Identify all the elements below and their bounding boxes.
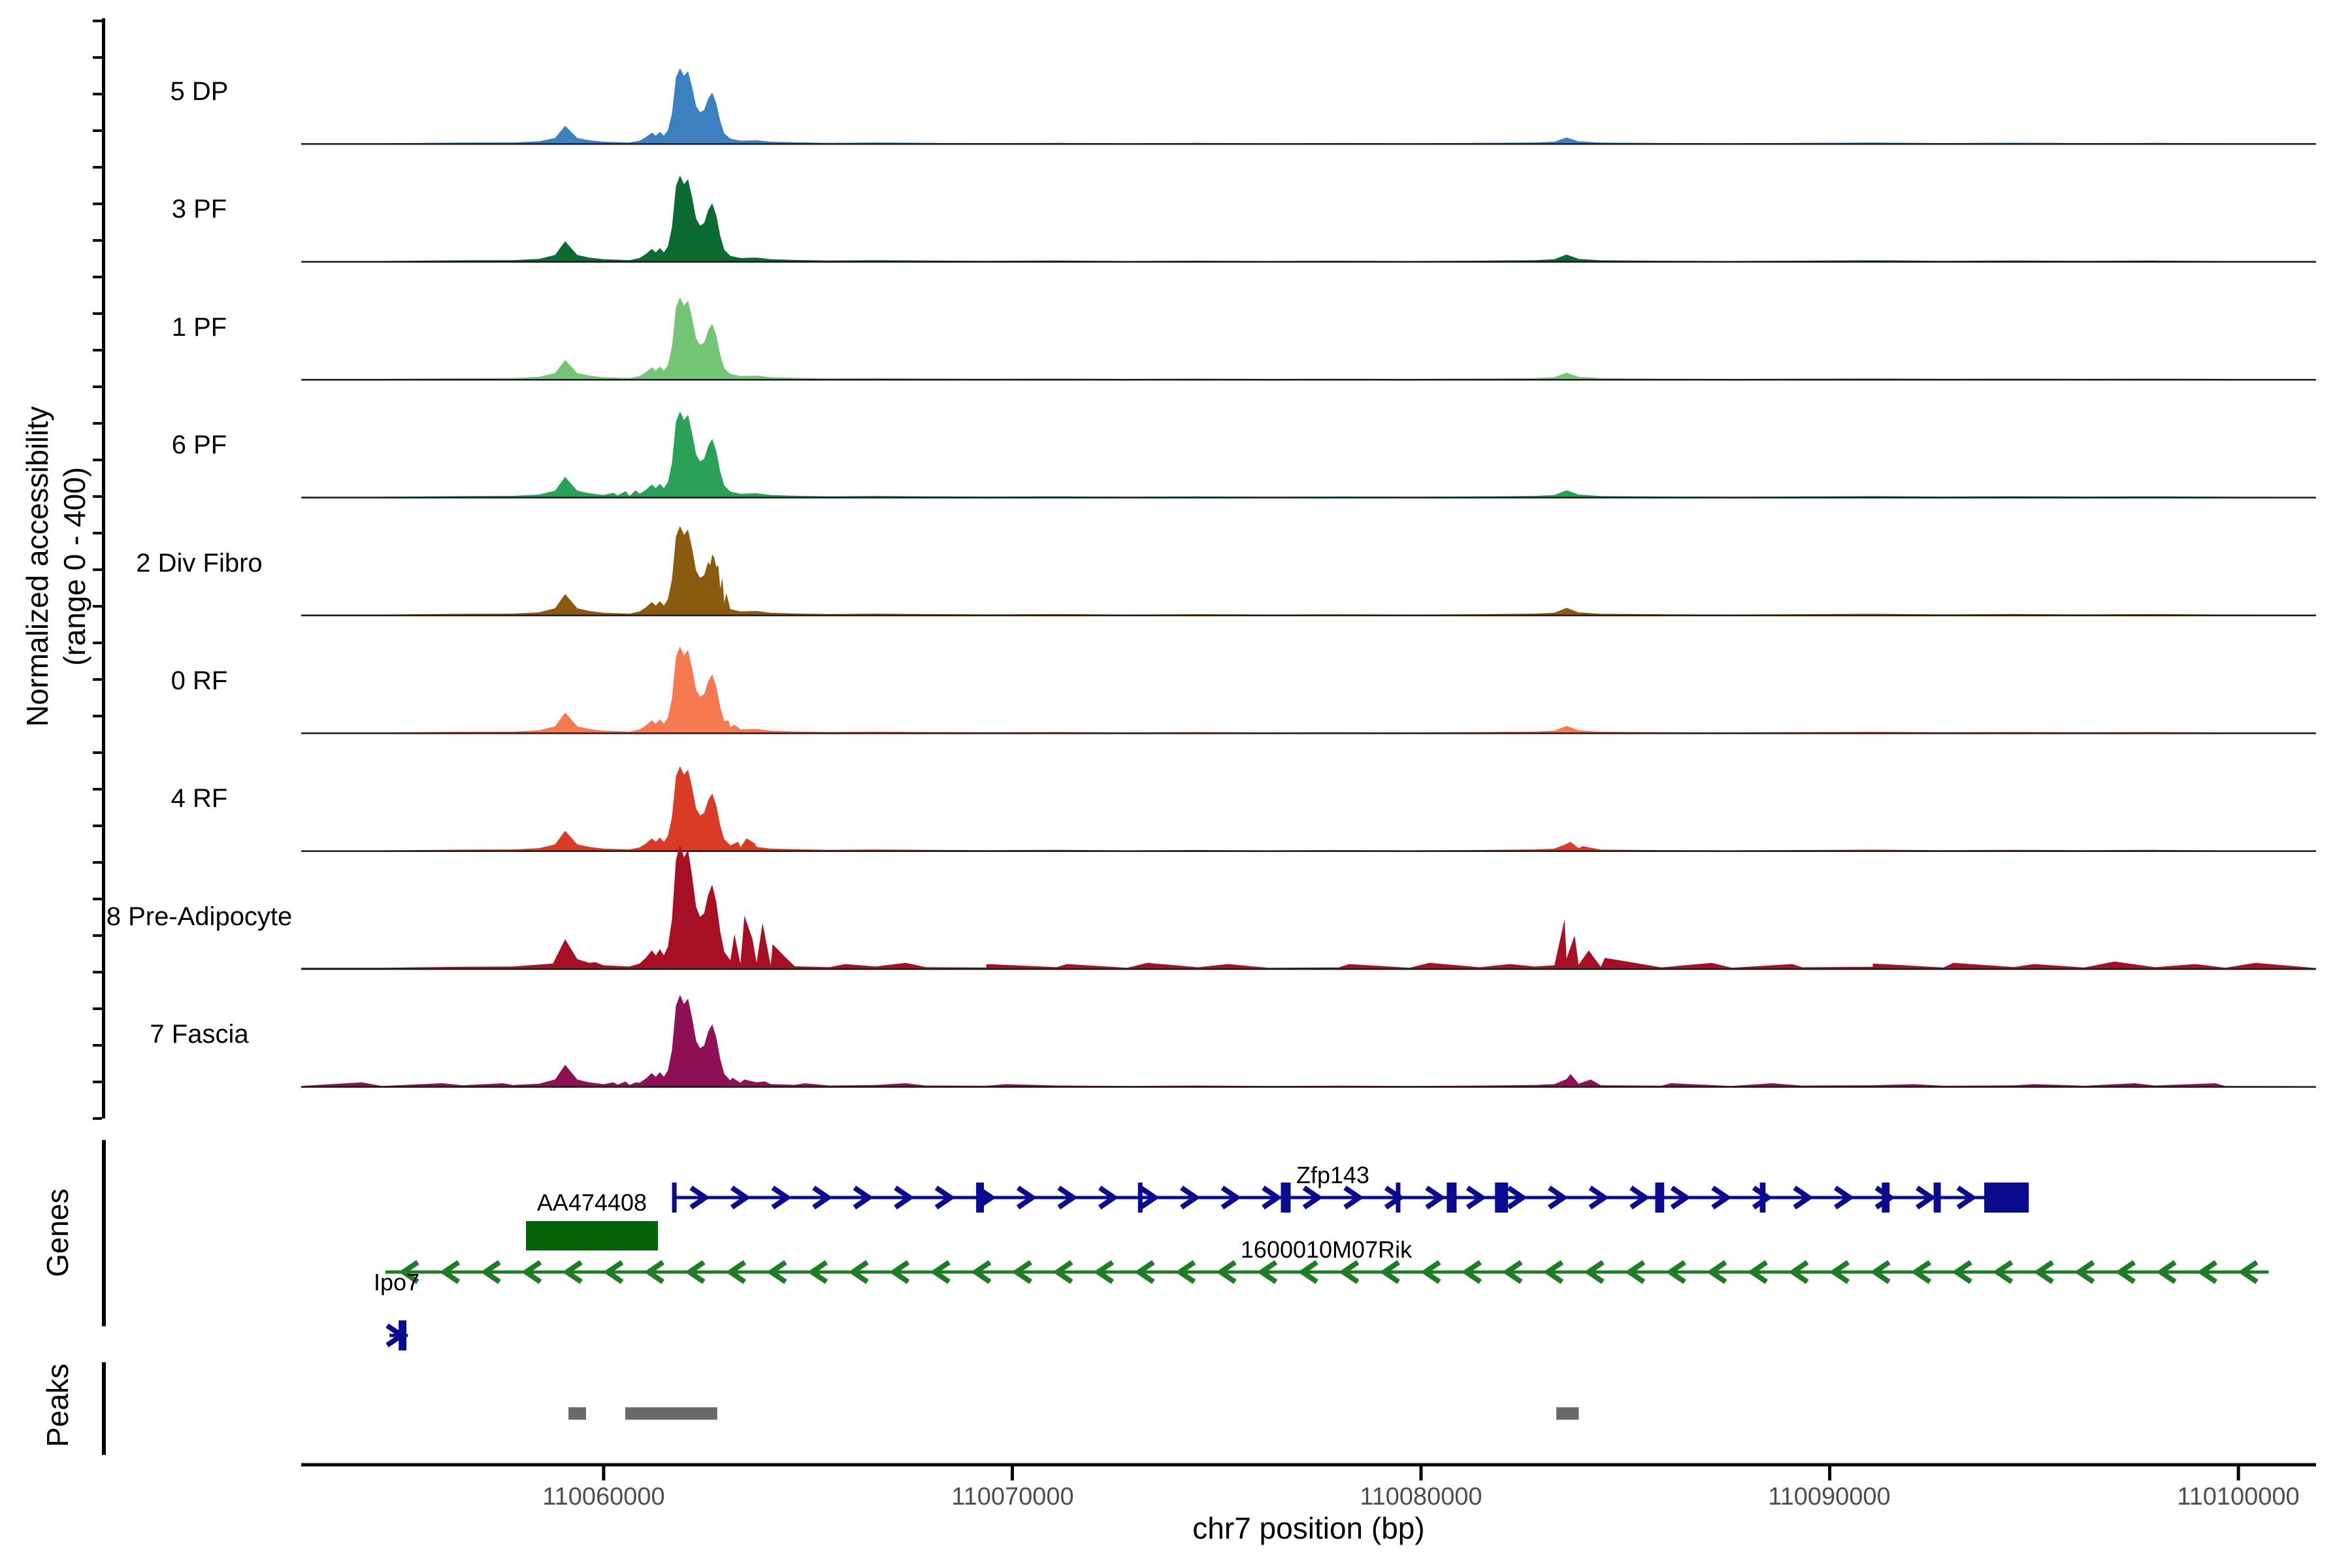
genome-browser-canvas <box>0 0 2352 1568</box>
signal-area-7-fascia <box>301 995 2316 1087</box>
signal-area-0-rf <box>301 646 2316 733</box>
x-tick-110080000: 110080000 <box>1360 1483 1482 1511</box>
gene-zfp143-exon <box>1396 1183 1400 1213</box>
gene-zfp143-exon <box>1934 1183 1941 1213</box>
signal-area-1-pf <box>301 297 2316 380</box>
genome-browser-figure: Normalized accessibility (range 0 - 400)… <box>0 0 2352 1568</box>
track-label-6-pf: 6 PF <box>56 431 343 459</box>
gene-label-zfp143: Zfp143 <box>1296 1163 1369 1188</box>
signal-area-2-div-fibro <box>301 526 2316 615</box>
gene-zfp143-exon <box>1138 1183 1143 1213</box>
x-axis-title: chr7 position (bp) <box>1192 1511 1424 1546</box>
signal-area-3-pf <box>301 176 2316 262</box>
y-axis-title-line1: Normalized accessibility <box>19 240 56 893</box>
gene-zfp143-exon <box>1655 1183 1664 1213</box>
gene-zfp143-exon <box>1446 1183 1456 1213</box>
x-tick-110100000: 110100000 <box>2177 1483 2299 1511</box>
signal-area-5-dp <box>301 68 2316 144</box>
gene-zfp143-exon <box>1281 1183 1290 1213</box>
gene-zfp143-exon <box>672 1183 677 1213</box>
gene-label-aa474408: AA474408 <box>537 1190 647 1215</box>
track-label-2-div-fibro: 2 Div Fibro <box>56 549 343 578</box>
track-label-8-pre-adipocyte: 8 Pre-Adipocyte <box>56 902 343 931</box>
track-label-4-rf: 4 RF <box>56 784 343 813</box>
track-label-7-fascia: 7 Fascia <box>56 1020 343 1049</box>
gene-zfp143-exon <box>1760 1183 1766 1213</box>
signal-area-4-rf <box>301 766 2316 851</box>
track-label-3-pf: 3 PF <box>56 195 343 223</box>
gene-zfp143-exon <box>1495 1183 1508 1213</box>
gene-ipo7-exon <box>399 1320 406 1350</box>
gene-zfp143-exon <box>976 1183 984 1213</box>
x-tick-110070000: 110070000 <box>951 1483 1073 1511</box>
x-tick-110090000: 110090000 <box>1768 1483 1890 1511</box>
track-label-1-pf: 1 PF <box>56 313 343 342</box>
gene-label-ipo7: Ipo7 <box>374 1270 419 1295</box>
peaks-section-caption: Peaks <box>41 1275 74 1536</box>
gene-zfp143-terminal-exon <box>1984 1183 2029 1213</box>
gene-zfp143-exon <box>1882 1183 1889 1213</box>
signal-area-8-pre-adipocyte <box>301 845 2316 969</box>
gene-label-1600010m07rik: 1600010M07Rik <box>1241 1237 1412 1262</box>
x-tick-110060000: 110060000 <box>542 1483 664 1511</box>
track-label-0-rf: 0 RF <box>56 666 343 695</box>
peak-region <box>625 1407 717 1420</box>
track-label-5-dp: 5 DP <box>56 77 343 106</box>
genes-section-bar <box>102 1140 106 1326</box>
peak-region <box>1556 1407 1578 1420</box>
peak-region <box>568 1407 586 1420</box>
gene-aa474408-body <box>526 1221 658 1250</box>
peaks-section-bar <box>102 1362 106 1455</box>
signal-area-6-pf <box>301 412 2316 498</box>
